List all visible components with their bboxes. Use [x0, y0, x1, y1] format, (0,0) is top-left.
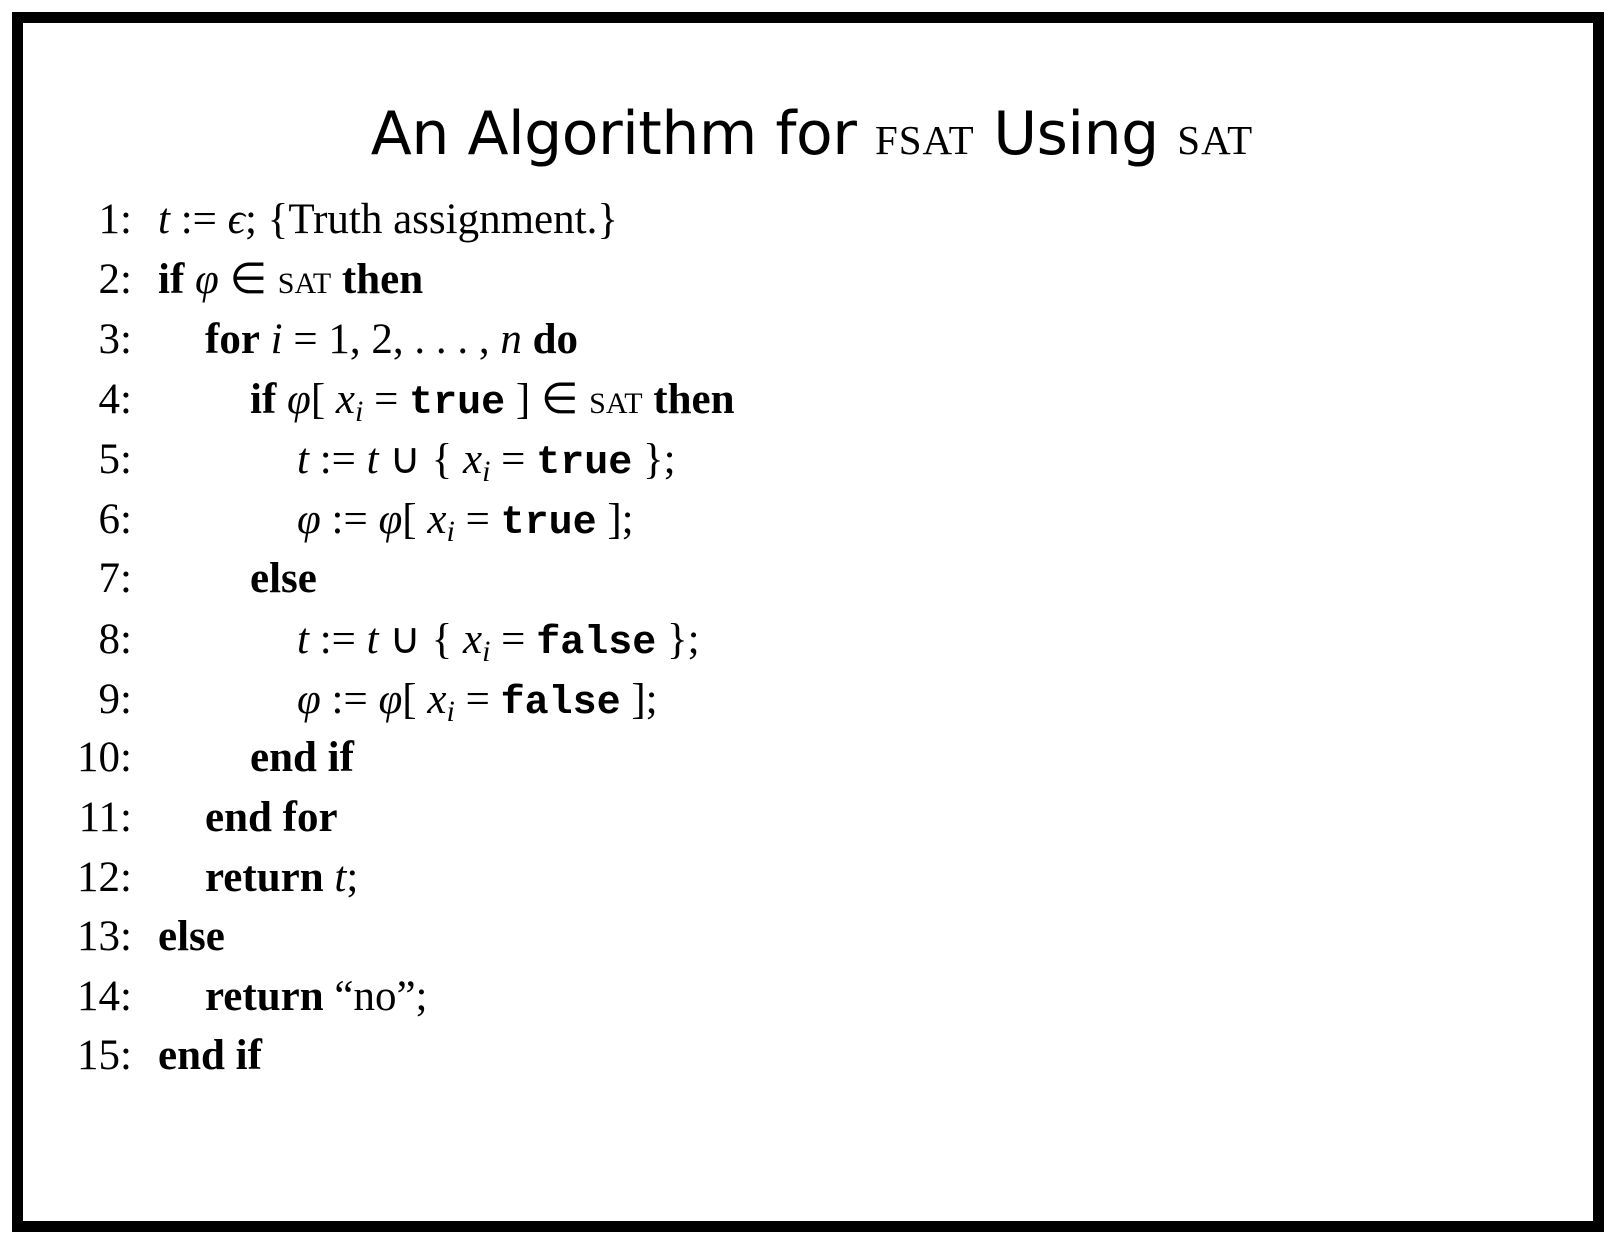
algorithm-line-11: 11: end for [0, 787, 1600, 849]
line-code: t := ϵ; {Truth assignment.} [158, 196, 618, 243]
line-number: 15: [77, 1032, 132, 1079]
line-code: for i = 1, 2, . . . , n do [205, 316, 579, 363]
algorithm-line-8: 8: t := t ∪ { xi = false }; [0, 609, 1600, 671]
line-number: 9: [98, 676, 132, 723]
line-number: 10: [77, 734, 132, 781]
line-number: 5: [98, 436, 132, 483]
line-number: 12: [77, 854, 132, 901]
line-number: 1: [98, 196, 132, 243]
title-prefix: An Algorithm for [370, 99, 875, 169]
title-sat: sat [1177, 102, 1254, 167]
line-number: 14: [77, 973, 132, 1020]
line-code: return “no”; [205, 973, 428, 1020]
algorithm-line-5: 5: t := t ∪ { xi = true }; [0, 429, 1600, 491]
algorithm-line-1: 1: t := ϵ; {Truth assignment.} [0, 189, 1600, 251]
line-number: 2: [98, 256, 132, 303]
line-code: else [250, 555, 317, 602]
title-middle: Using [974, 99, 1178, 169]
algorithm-line-6: 6: φ := φ[ xi = true ]; [0, 489, 1600, 551]
line-code: end if [158, 1032, 262, 1079]
title-fsat: fsat [874, 102, 975, 167]
algorithm-line-4: 4: if φ[ xi = true ] ∈ sat then [0, 369, 1600, 431]
algorithm-line-10: 10: end if [0, 727, 1600, 789]
algorithm-line-3: 3: for i = 1, 2, . . . , n do [0, 309, 1600, 371]
line-number: 6: [98, 496, 132, 543]
line-number: 11: [78, 794, 132, 841]
line-number: 4: [98, 376, 132, 423]
line-number: 8: [98, 616, 132, 663]
algorithm-line-2: 2: if φ ∈ sat then [0, 249, 1600, 311]
line-number: 7: [98, 555, 132, 602]
algorithm-line-9: 9: φ := φ[ xi = false ]; [0, 669, 1600, 731]
algorithm-line-14: 14: return “no”; [0, 966, 1600, 1028]
algorithm-line-12: 12: return t; [0, 847, 1600, 909]
page-title: An Algorithm for fsat Using sat [0, 104, 1624, 164]
line-code: if φ ∈ sat then [158, 256, 424, 303]
line-code: else [158, 913, 225, 960]
line-number: 13: [77, 913, 132, 960]
line-code: end if [250, 734, 354, 781]
line-code: return t; [205, 854, 359, 901]
algorithm-line-15: 15: end if [0, 1025, 1600, 1087]
algorithm-line-7: 7: else [0, 548, 1600, 610]
algorithm-line-13: 13: else [0, 906, 1600, 968]
line-number: 3: [98, 316, 132, 363]
line-code: end for [205, 794, 338, 841]
